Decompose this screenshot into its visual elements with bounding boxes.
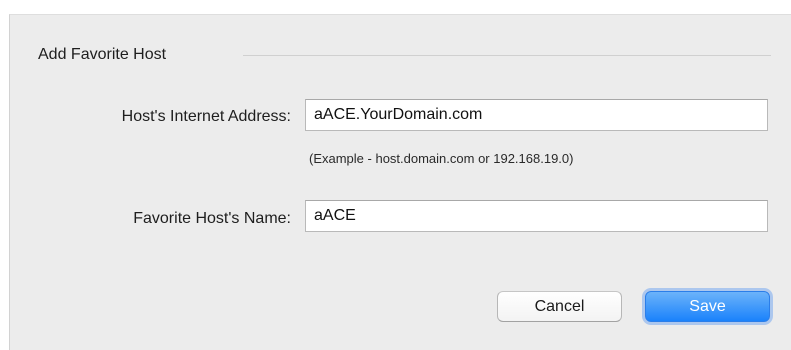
cancel-button[interactable]: Cancel — [497, 291, 622, 322]
save-button[interactable]: Save — [645, 291, 770, 322]
add-favorite-host-dialog: Add Favorite Host Host's Internet Addres… — [9, 14, 791, 350]
address-hint: (Example - host.domain.com or 192.168.19… — [309, 151, 574, 166]
name-field[interactable]: aACE — [305, 200, 768, 232]
group-header: Add Favorite Host — [38, 45, 771, 65]
address-field[interactable]: aACE.YourDomain.com — [305, 99, 768, 131]
address-label: Host's Internet Address: — [121, 108, 291, 125]
group-title: Add Favorite Host — [38, 46, 167, 63]
group-divider — [243, 55, 771, 56]
name-label: Favorite Host's Name: — [133, 210, 291, 227]
window-backdrop: Add Favorite Host Host's Internet Addres… — [0, 0, 791, 350]
